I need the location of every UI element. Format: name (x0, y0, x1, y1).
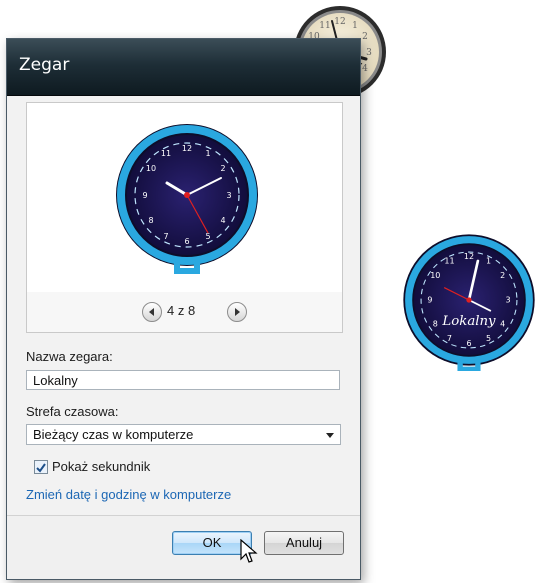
prev-clock-button[interactable] (142, 302, 162, 322)
timezone-selected-value: Bieżący czas w komputerze (33, 427, 194, 442)
svg-text:1: 1 (352, 21, 358, 31)
svg-text:8: 8 (148, 216, 153, 225)
dialog-footer: OK Anuluj (7, 516, 360, 579)
svg-text:12: 12 (464, 252, 474, 261)
svg-text:3: 3 (226, 191, 231, 200)
clock-pager: 4 z 8 (26, 292, 343, 333)
svg-text:2: 2 (362, 32, 368, 42)
check-icon (36, 463, 46, 473)
svg-text:1: 1 (205, 149, 210, 158)
clock-name-input[interactable]: Lokalny (26, 370, 340, 390)
svg-text:1: 1 (486, 257, 491, 266)
clock-preview-area: 12 1 2 345 678 9 10 11 (26, 102, 343, 294)
gadget-clock-name: Lokalny (441, 314, 496, 329)
svg-text:4: 4 (220, 216, 225, 225)
svg-text:10: 10 (146, 164, 156, 173)
pager-count: 4 z 8 (167, 303, 196, 318)
svg-text:4: 4 (500, 320, 505, 329)
timezone-select[interactable]: Bieżący czas w komputerze (26, 424, 341, 445)
show-seconds-checkbox[interactable] (34, 460, 48, 474)
show-seconds-label: Pokaż sekundnik (52, 459, 151, 474)
svg-text:5: 5 (205, 232, 210, 241)
svg-text:10: 10 (430, 271, 440, 280)
mouse-cursor-icon (240, 539, 258, 563)
svg-text:3: 3 (506, 296, 511, 305)
svg-text:5: 5 (486, 334, 491, 343)
svg-text:8: 8 (433, 320, 438, 329)
svg-text:12: 12 (334, 17, 345, 27)
arrow-left-icon (149, 308, 154, 316)
svg-text:9: 9 (427, 296, 432, 305)
svg-text:11: 11 (444, 257, 454, 266)
clock-settings-dialog: Zegar 12 1 2 345 678 9 10 11 4 z 8 Nazwa… (6, 38, 361, 580)
clock-name-label: Nazwa zegara: (26, 349, 113, 364)
svg-text:3: 3 (366, 48, 372, 58)
next-clock-button[interactable] (227, 302, 247, 322)
svg-text:9: 9 (142, 191, 147, 200)
dialog-title: Zegar (19, 55, 70, 75)
svg-text:7: 7 (447, 334, 452, 343)
desktop-gadget-clock[interactable]: 12 1 2 3 45 6 78 9 10 11 Lokalny (398, 229, 540, 376)
clock-preview: 1212 345 678 91011 (116, 124, 258, 274)
svg-text:6: 6 (184, 237, 189, 246)
chevron-down-icon (326, 433, 334, 438)
timezone-label: Strefa czasowa: (26, 404, 119, 419)
svg-text:11: 11 (161, 149, 171, 158)
svg-text:11: 11 (319, 21, 330, 31)
svg-text:2: 2 (500, 271, 505, 280)
svg-text:4: 4 (362, 64, 368, 74)
svg-text:2: 2 (220, 164, 225, 173)
title-bar[interactable]: Zegar (7, 39, 360, 96)
svg-text:6: 6 (466, 339, 471, 348)
change-datetime-link[interactable]: Zmień datę i godzinę w komputerze (26, 487, 231, 502)
arrow-right-icon (235, 308, 240, 316)
svg-text:12: 12 (182, 144, 192, 153)
cancel-button[interactable]: Anuluj (264, 531, 344, 555)
svg-text:7: 7 (163, 232, 168, 241)
